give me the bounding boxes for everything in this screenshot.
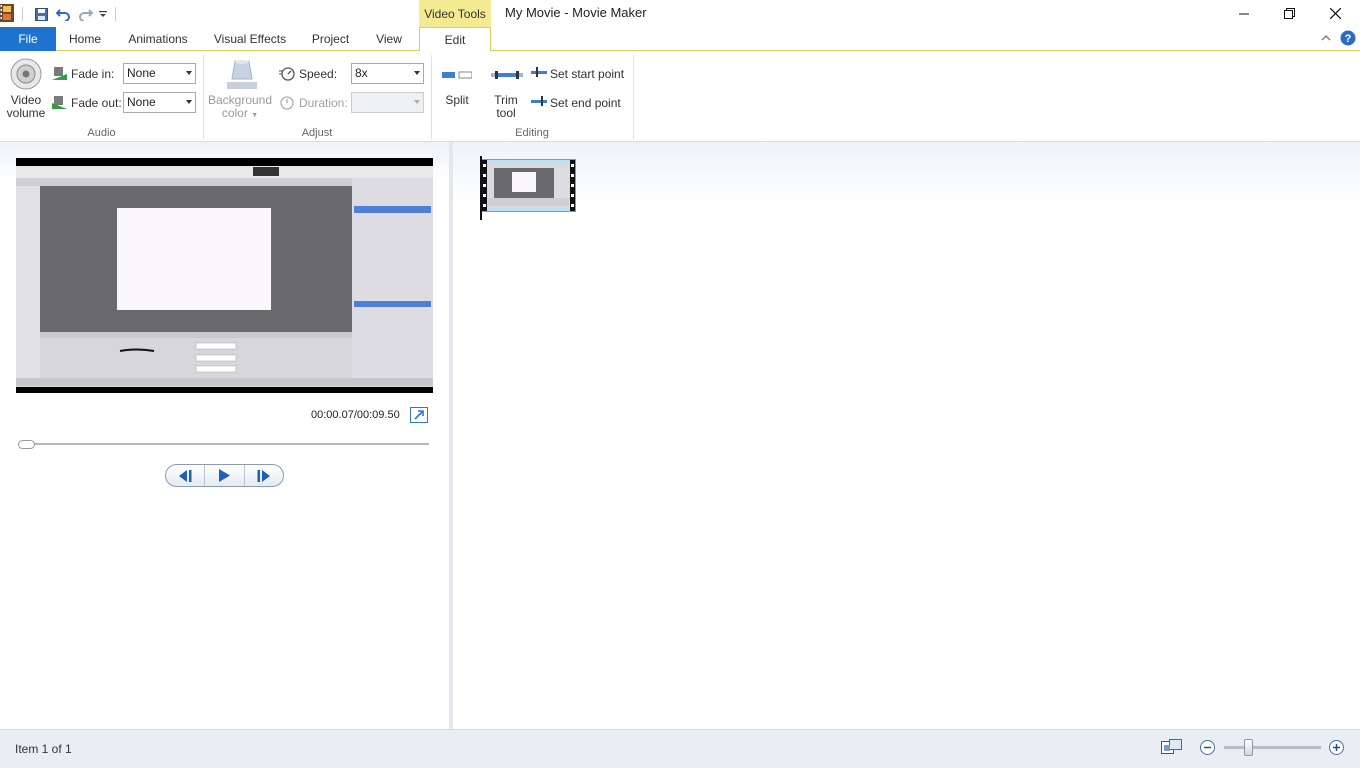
tab-project[interactable]: Project <box>303 27 358 51</box>
video-frame-thumbnail <box>16 158 433 393</box>
status-text: Item 1 of 1 <box>15 742 72 756</box>
thumbnail-size-icon[interactable] <box>1161 739 1182 760</box>
title-bar: Video Tools My Movie - Movie Maker <box>0 0 1360 27</box>
minimize-ribbon-icon[interactable] <box>1320 32 1332 46</box>
close-button[interactable] <box>1312 0 1358 27</box>
split-button[interactable]: Split <box>440 94 474 107</box>
editing-group-label: Editing <box>515 127 549 139</box>
duration-icon <box>279 94 295 110</box>
playhead-indicator[interactable] <box>480 156 482 220</box>
window-title: My Movie - Movie Maker <box>505 5 647 20</box>
previous-frame-icon <box>179 469 192 482</box>
fade-out-label: Fade out: <box>71 96 122 110</box>
tab-file[interactable]: File <box>0 27 56 51</box>
customize-dropdown-icon[interactable] <box>98 5 108 23</box>
set-start-point-icon <box>531 65 547 79</box>
save-icon[interactable] <box>33 5 49 23</box>
zoom-slider[interactable] <box>1224 746 1321 749</box>
play-icon <box>219 469 231 482</box>
fullscreen-preview-button[interactable] <box>410 407 428 423</box>
preview-pane: 00:00.07/00:09.50 <box>0 142 449 729</box>
ribbon: Video volume Fade in: None Fade out: Non… <box>0 51 1360 142</box>
fade-in-icon <box>52 65 68 81</box>
restore-button[interactable] <box>1266 0 1312 27</box>
tab-animations[interactable]: Animations <box>118 27 198 51</box>
duration-label: Duration: <box>299 96 348 110</box>
fade-out-dropdown[interactable]: None <box>123 92 196 113</box>
play-button[interactable] <box>205 465 245 486</box>
seek-slider-thumb[interactable] <box>18 440 35 449</box>
fade-in-label: Fade in: <box>71 67 115 81</box>
chevron-down-icon <box>414 100 420 104</box>
minimize-button[interactable] <box>1221 0 1267 27</box>
clip-thumbnail <box>482 160 575 211</box>
undo-icon[interactable] <box>55 5 71 23</box>
group-separator <box>633 55 634 139</box>
speed-icon <box>279 65 295 81</box>
video-volume-label: Video volume <box>6 93 46 120</box>
zoom-slider-thumb[interactable] <box>1244 739 1253 756</box>
qat-separator <box>115 7 116 21</box>
fade-in-value: None <box>127 66 156 80</box>
trim-tool-icon <box>491 69 523 83</box>
zoom-out-button[interactable] <box>1200 740 1215 755</box>
set-end-point-icon <box>531 94 547 108</box>
chevron-down-icon <box>414 71 420 75</box>
qat-separator <box>22 7 23 21</box>
adjust-group-label: Adjust <box>301 127 333 139</box>
tab-edit[interactable]: Edit <box>419 27 491 52</box>
background-color-button[interactable]: Background color ▼ <box>205 94 275 122</box>
speed-dropdown[interactable]: 8x <box>351 63 424 84</box>
ribbon-tab-row: File Home Animations Visual Effects Proj… <box>0 27 1360 52</box>
speed-value: 8x <box>355 66 368 80</box>
video-volume-button[interactable] <box>9 57 43 93</box>
trim-tool-button[interactable]: Trim tool <box>488 94 524 120</box>
set-start-point-button[interactable]: Set start point <box>550 67 624 81</box>
previous-frame-button[interactable] <box>166 465 206 486</box>
seek-bar[interactable] <box>18 443 429 445</box>
movie-maker-app-icon[interactable] <box>0 3 14 23</box>
speed-label: Speed: <box>299 67 338 81</box>
fade-out-icon <box>52 94 68 110</box>
chevron-down-icon: ▼ <box>251 112 259 119</box>
chevron-down-icon <box>186 71 192 75</box>
tab-view[interactable]: View <box>367 27 411 51</box>
duration-dropdown[interactable] <box>351 92 424 113</box>
video-clip[interactable] <box>481 159 576 212</box>
next-frame-icon <box>257 469 270 482</box>
expand-icon <box>414 410 424 420</box>
zoom-in-button[interactable] <box>1329 740 1344 755</box>
status-bar: Item 1 of 1 <box>0 729 1360 768</box>
tab-visual-effects[interactable]: Visual Effects <box>205 27 295 51</box>
split-icon <box>442 69 473 83</box>
help-icon[interactable]: ? <box>1340 30 1356 49</box>
video-preview[interactable] <box>16 158 433 393</box>
next-frame-button[interactable] <box>245 465 283 486</box>
plus-icon <box>1333 744 1340 751</box>
audio-group-label: Audio <box>87 127 116 139</box>
storyboard <box>453 142 1360 729</box>
main-area: 00:00.07/00:09.50 <box>0 142 1360 729</box>
video-tools-context-label: Video Tools <box>419 0 491 27</box>
minus-icon <box>1204 746 1211 749</box>
time-readout: 00:00.07/00:09.50 <box>311 409 400 421</box>
paint-bucket-icon <box>226 57 258 91</box>
fade-out-value: None <box>127 95 156 109</box>
redo-icon[interactable] <box>77 5 93 23</box>
svg-text:?: ? <box>1345 33 1352 45</box>
set-end-point-button[interactable]: Set end point <box>550 96 621 110</box>
chevron-down-icon <box>186 100 192 104</box>
fade-in-dropdown[interactable]: None <box>123 63 196 84</box>
playback-controls <box>165 464 284 487</box>
tab-home[interactable]: Home <box>60 27 110 51</box>
